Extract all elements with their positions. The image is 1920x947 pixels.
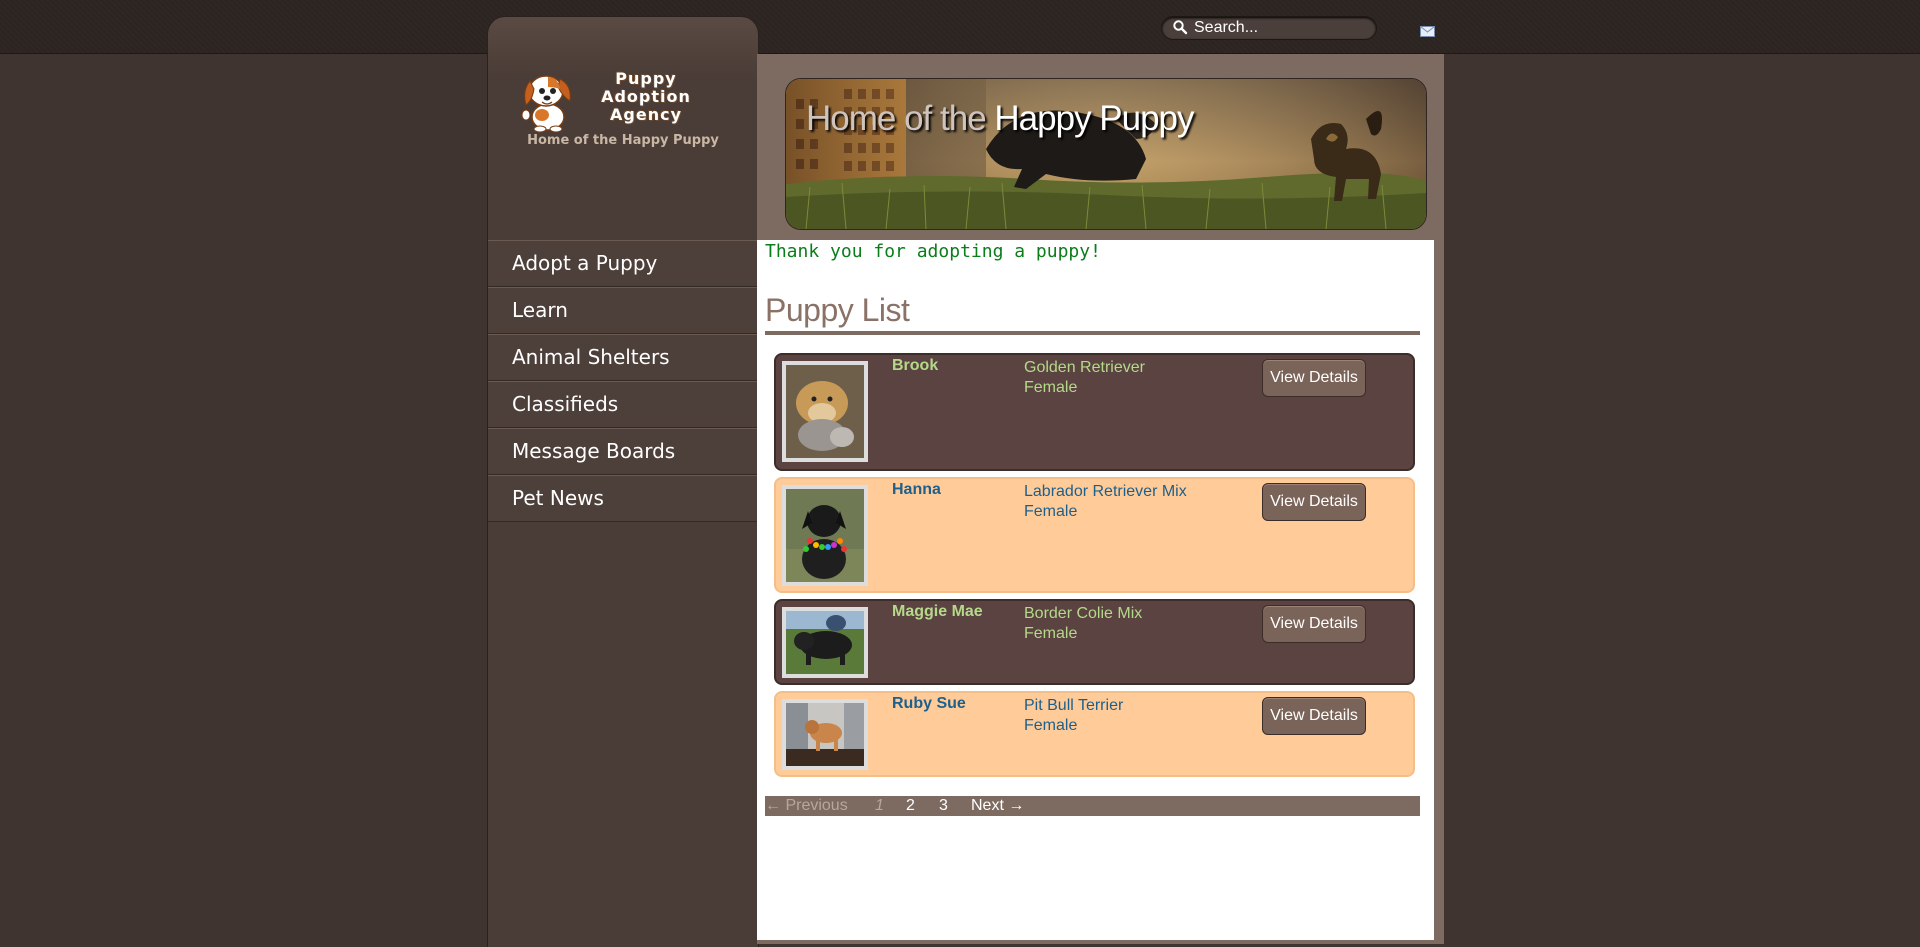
top-bar bbox=[0, 0, 1920, 54]
puppy-photo-brook[interactable] bbox=[782, 361, 868, 462]
header-banner: Home of the Happy Puppy bbox=[785, 78, 1427, 230]
pagination: ← Previous 1 2 3 Next → bbox=[765, 796, 1420, 816]
pagination-page-2[interactable]: 2 bbox=[906, 796, 915, 816]
search-box[interactable] bbox=[1161, 16, 1377, 40]
nav-item-classifieds[interactable]: Classifieds bbox=[488, 381, 758, 428]
puppy-sex: Female bbox=[1024, 717, 1078, 734]
banner-title-emphasis: Happy Puppy bbox=[994, 99, 1194, 138]
puppy-photo-ruby-sue[interactable] bbox=[782, 699, 868, 770]
logo-line-2: Adoption bbox=[601, 87, 691, 106]
puppy-name[interactable]: Ruby Sue bbox=[892, 695, 966, 713]
nav-item-adopt-a-puppy[interactable]: Adopt a Puppy bbox=[488, 240, 758, 287]
puppy-breed: Golden Retriever bbox=[1024, 359, 1145, 376]
pagination-next[interactable]: Next → bbox=[971, 796, 1024, 816]
puppy-name[interactable]: Hanna bbox=[892, 481, 941, 499]
banner-title: Home of the Happy Puppy bbox=[806, 99, 1195, 139]
puppy-card: Ruby Sue Pit Bull Terrier Female View De… bbox=[774, 691, 1415, 777]
view-details-button[interactable]: View Details bbox=[1262, 483, 1366, 521]
pagination-previous: ← Previous bbox=[765, 797, 848, 814]
puppy-sex: Female bbox=[1024, 625, 1078, 642]
puppy-photo-maggie-mae[interactable] bbox=[782, 607, 868, 678]
logo-line-1: Puppy bbox=[615, 69, 677, 88]
puppy-name[interactable]: Maggie Mae bbox=[892, 603, 983, 621]
puppy-name[interactable]: Brook bbox=[892, 357, 938, 375]
mail-icon[interactable] bbox=[1420, 26, 1435, 37]
logo-line-3: Agency bbox=[610, 105, 682, 124]
search-input[interactable] bbox=[1194, 19, 1364, 37]
puppy-sex: Female bbox=[1024, 379, 1078, 396]
puppy-card: Maggie Mae Border Colie Mix Female View … bbox=[774, 599, 1415, 685]
view-details-button[interactable]: View Details bbox=[1262, 697, 1366, 735]
puppy-logo-icon[interactable] bbox=[518, 67, 576, 133]
search-icon bbox=[1173, 20, 1188, 35]
pagination-page-3[interactable]: 3 bbox=[939, 796, 948, 816]
logo-tagline: Home of the Happy Puppy bbox=[527, 133, 719, 148]
adoption-notice: Thank you for adopting a puppy! bbox=[765, 241, 1101, 262]
nav-item-animal-shelters[interactable]: Animal Shelters bbox=[488, 334, 758, 381]
nav-item-pet-news[interactable]: Pet News bbox=[488, 475, 758, 522]
puppy-photo-hanna[interactable] bbox=[782, 485, 868, 586]
puppy-card: Hanna Labrador Retriever Mix Female View… bbox=[774, 477, 1415, 593]
nav-item-learn[interactable]: Learn bbox=[488, 287, 758, 334]
puppy-sex: Female bbox=[1024, 503, 1078, 520]
puppy-breed: Border Colie Mix bbox=[1024, 605, 1143, 622]
puppy-breed: Pit Bull Terrier bbox=[1024, 697, 1124, 714]
main-nav: Adopt a Puppy Learn Animal Shelters Clas… bbox=[488, 240, 758, 522]
logo-title[interactable]: Puppy Adoption Agency bbox=[596, 70, 696, 124]
main-content: Home of the Happy Puppy Thank you for ad… bbox=[757, 54, 1444, 944]
page-title: Puppy List bbox=[765, 292, 1420, 335]
banner-title-prefix: Home of the bbox=[806, 99, 995, 138]
sidebar: Puppy Adoption Agency Home of the Happy … bbox=[487, 16, 759, 947]
pagination-page-current: 1 bbox=[875, 797, 884, 814]
view-details-button[interactable]: View Details bbox=[1262, 605, 1366, 643]
content-panel: Thank you for adopting a puppy! Puppy Li… bbox=[757, 240, 1434, 940]
nav-item-message-boards[interactable]: Message Boards bbox=[488, 428, 758, 475]
puppy-breed: Labrador Retriever Mix bbox=[1024, 483, 1187, 500]
puppy-card: Brook Golden Retriever Female View Detai… bbox=[774, 353, 1415, 471]
view-details-button[interactable]: View Details bbox=[1262, 359, 1366, 397]
